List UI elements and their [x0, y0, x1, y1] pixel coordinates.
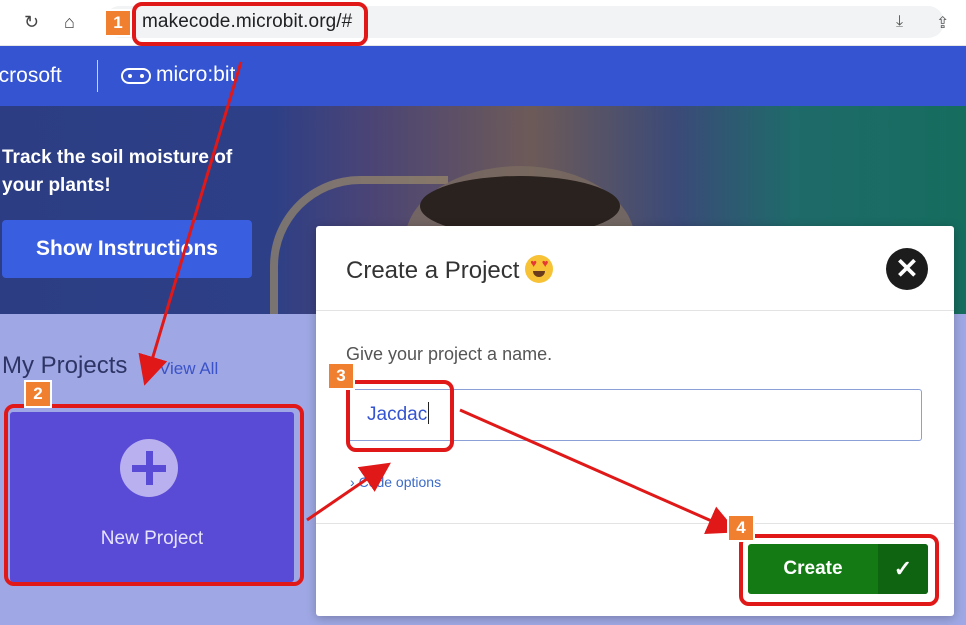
microsoft-logo-text[interactable]: icrosoft [0, 64, 62, 88]
chevron-icon: › [350, 474, 355, 490]
step-badge-1: 1 [104, 9, 132, 37]
microbit-logo-text[interactable]: micro:bit [156, 63, 235, 87]
annotation-box-create [739, 534, 939, 606]
code-options-label: Code options [358, 474, 442, 490]
header-divider [97, 60, 98, 92]
step-badge-2: 2 [24, 380, 52, 408]
app-header: icrosoft micro:bit [0, 46, 966, 106]
annotation-box-url [132, 2, 368, 46]
home-icon[interactable]: ⌂ [64, 12, 75, 32]
my-projects-heading: My Projects [2, 352, 128, 379]
dialog-divider [316, 310, 954, 311]
show-instructions-button[interactable]: Show Instructions [2, 220, 252, 278]
view-all-link[interactable]: View All [159, 359, 218, 379]
reload-icon[interactable]: ↻ [24, 12, 39, 32]
step-badge-4: 4 [727, 514, 755, 542]
dialog-title: Create a Project [346, 255, 554, 285]
annotation-box-new-project [4, 404, 304, 586]
microbit-logo-icon [121, 68, 151, 84]
hero-title: Track the soil moisture of your plants! [2, 147, 233, 196]
heart-eyes-emoji-icon [525, 255, 554, 283]
code-options-link[interactable]: › Code options [350, 474, 441, 490]
dialog-title-text: Create a Project [346, 257, 520, 284]
step-badge-3: 3 [327, 362, 355, 390]
install-icon[interactable]: ⤓ [896, 13, 903, 31]
annotation-box-name-input [346, 380, 454, 452]
dialog-footer-divider [316, 523, 954, 524]
project-name-prompt: Give your project a name. [346, 344, 553, 364]
close-button[interactable]: ✕ [886, 248, 928, 290]
share-icon[interactable]: ⇪ [936, 13, 949, 33]
